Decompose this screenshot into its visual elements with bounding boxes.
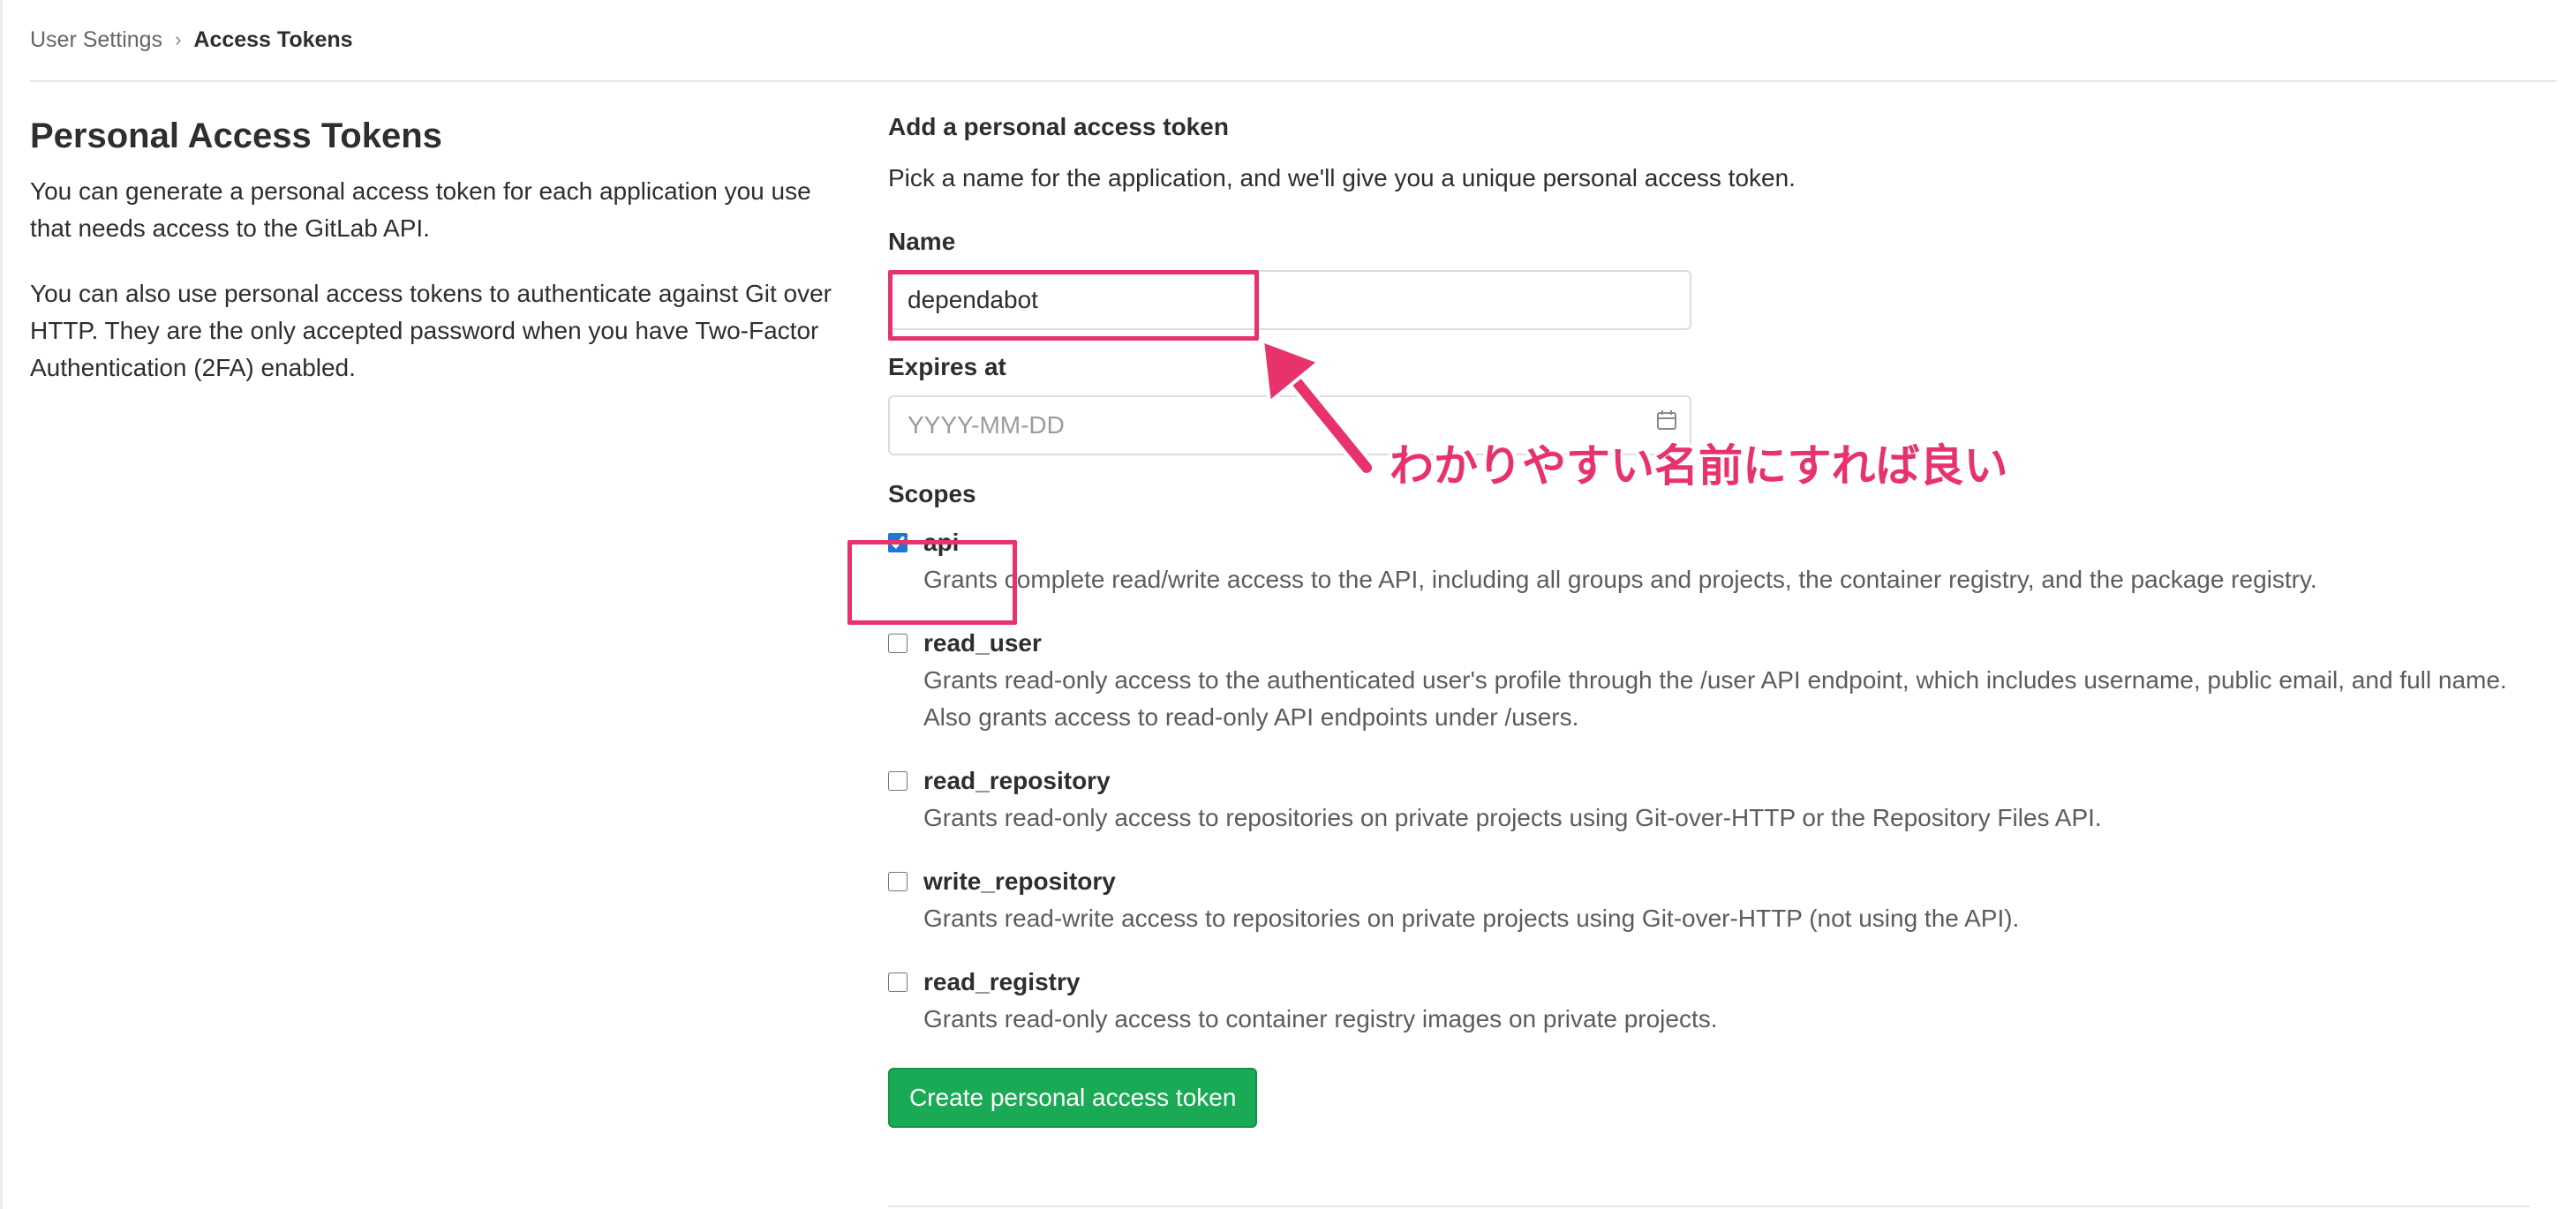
scope-write-repository-name: write_repository xyxy=(923,867,1116,895)
breadcrumb: User Settings › Access Tokens xyxy=(30,25,353,55)
scope-read-registry: read_registry Grants read-only access to… xyxy=(888,964,2530,1038)
scope-write-repository-checkbox[interactable] xyxy=(888,872,908,891)
intro-panel: Personal Access Tokens You can generate … xyxy=(30,109,851,387)
scope-read-registry-checkbox[interactable] xyxy=(888,972,908,992)
breadcrumb-user-settings-link[interactable]: User Settings xyxy=(30,27,162,53)
form-bottom-divider xyxy=(888,1205,2530,1207)
form-description: Pick a name for the application, and we'… xyxy=(888,164,1796,191)
scope-read-repository-checkbox[interactable] xyxy=(888,771,908,791)
add-token-form: Add a personal access token Pick a name … xyxy=(888,108,2530,1128)
scope-write-repository: write_repository Grants read-write acces… xyxy=(888,863,2530,937)
page-left-border xyxy=(0,0,3,1209)
name-label: Name xyxy=(888,228,956,255)
scope-api-name: api xyxy=(923,529,960,556)
scope-read-registry-name: read_registry xyxy=(923,968,1081,995)
scope-api: api Grants complete read/write access to… xyxy=(888,524,2530,598)
scope-read-user-description: Grants read-only access to the authentic… xyxy=(923,666,2507,731)
header-divider xyxy=(30,80,2557,82)
intro-paragraph-generate: You can generate a personal access token… xyxy=(30,177,811,242)
page-title: Personal Access Tokens xyxy=(30,116,442,155)
name-input[interactable] xyxy=(888,270,1691,330)
scope-api-description: Grants complete read/write access to the… xyxy=(923,566,2317,593)
scope-read-repository-description: Grants read-only access to repositories … xyxy=(923,804,2102,831)
scope-read-user: read_user Grants read-only access to the… xyxy=(888,625,2530,736)
expires-at-label: Expires at xyxy=(888,353,1006,380)
form-heading: Add a personal access token xyxy=(888,113,1229,140)
scope-write-repository-description: Grants read-write access to repositories… xyxy=(923,905,2020,932)
scope-read-user-name: read_user xyxy=(923,629,1042,657)
intro-paragraph-git-http: You can also use personal access tokens … xyxy=(30,280,832,381)
create-token-button[interactable]: Create personal access token xyxy=(888,1068,1258,1128)
chevron-right-icon: › xyxy=(175,28,182,50)
scope-read-user-checkbox[interactable] xyxy=(888,634,908,653)
scope-read-registry-description: Grants read-only access to container reg… xyxy=(923,1005,1718,1033)
scopes-list: api Grants complete read/write access to… xyxy=(888,524,2530,1038)
annotation-text: わかりやすい名前にすれば良い xyxy=(1390,440,2008,492)
scope-api-checkbox[interactable] xyxy=(888,533,908,552)
breadcrumb-access-tokens-link[interactable]: Access Tokens xyxy=(193,27,352,53)
scope-read-repository-name: read_repository xyxy=(923,767,1111,794)
scope-read-repository: read_repository Grants read-only access … xyxy=(888,762,2530,837)
calendar-icon[interactable] xyxy=(1656,409,1677,431)
